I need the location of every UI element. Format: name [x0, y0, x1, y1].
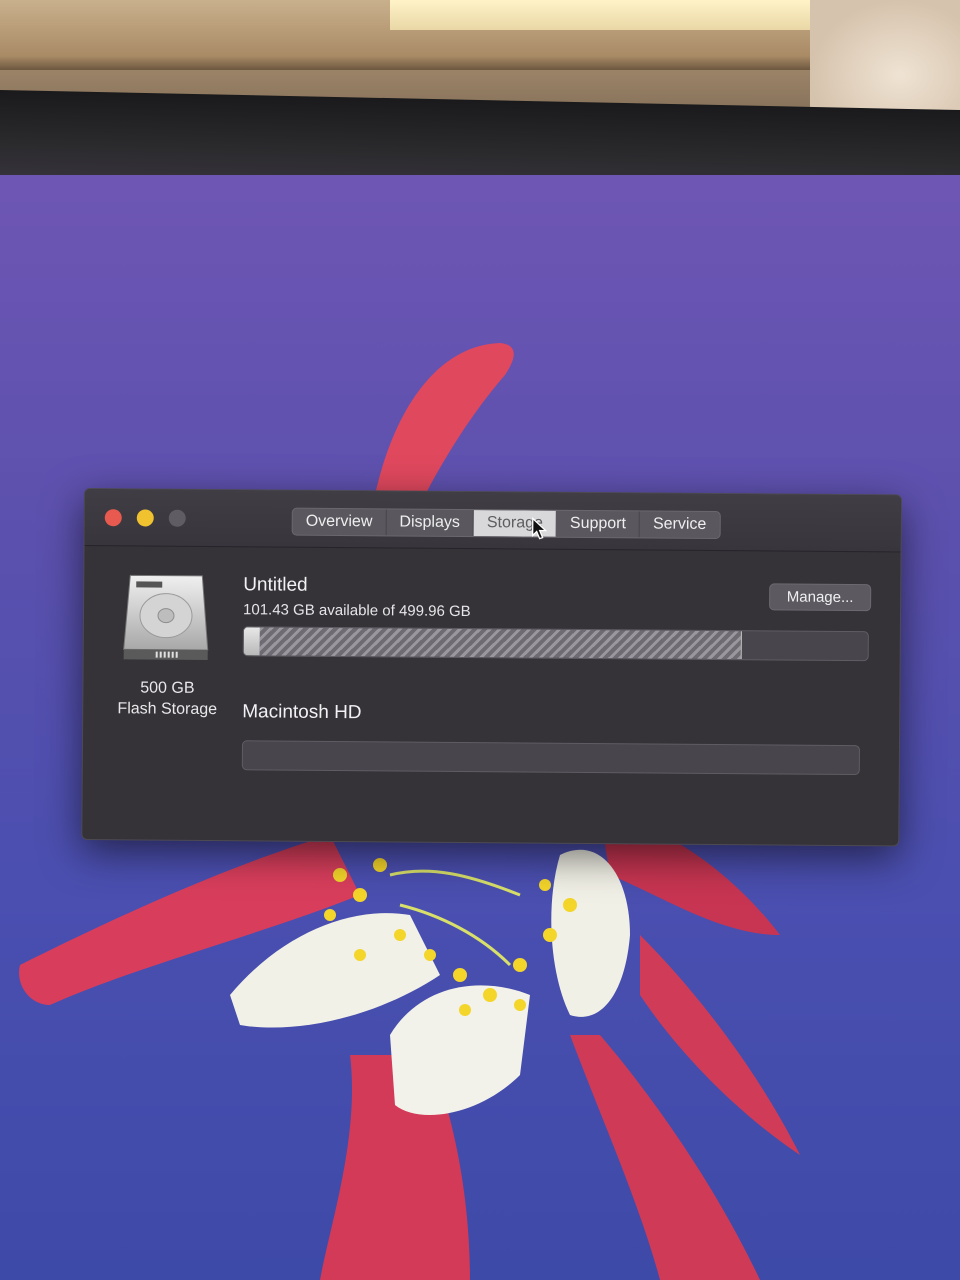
hard-drive-icon	[123, 574, 209, 660]
about-this-mac-window: Overview Displays Storage Support Servic…	[81, 488, 902, 847]
tab-service[interactable]: Service	[640, 511, 720, 538]
light-strip	[390, 0, 850, 30]
volume-available: 101.43 GB available of 499.96 GB	[242, 601, 471, 621]
tab-bar: Overview Displays Storage Support Servic…	[291, 507, 721, 539]
drive-caption: 500 GB Flash Storage	[97, 677, 237, 720]
minimize-button[interactable]	[136, 509, 154, 527]
storage-usage-bar	[242, 626, 869, 662]
close-button[interactable]	[104, 509, 122, 527]
tab-overview[interactable]: Overview	[292, 508, 387, 536]
title-bar: Overview Displays Storage Support Servic…	[84, 489, 901, 553]
tab-displays[interactable]: Displays	[386, 509, 474, 537]
other-segment	[259, 627, 742, 660]
drive-type: Flash Storage	[117, 700, 218, 719]
volume-name-macintosh-hd: Macintosh HD	[242, 701, 362, 724]
system-segment	[243, 627, 260, 656]
tab-support[interactable]: Support	[556, 510, 641, 538]
zoom-button[interactable]	[168, 509, 186, 527]
drive-size: 500 GB	[140, 679, 195, 697]
manage-button[interactable]: Manage...	[769, 583, 872, 612]
volume-name: Untitled	[243, 574, 308, 596]
mouse-pointer-icon	[531, 517, 548, 540]
storage-usage-bar-macintosh-hd	[241, 740, 861, 776]
